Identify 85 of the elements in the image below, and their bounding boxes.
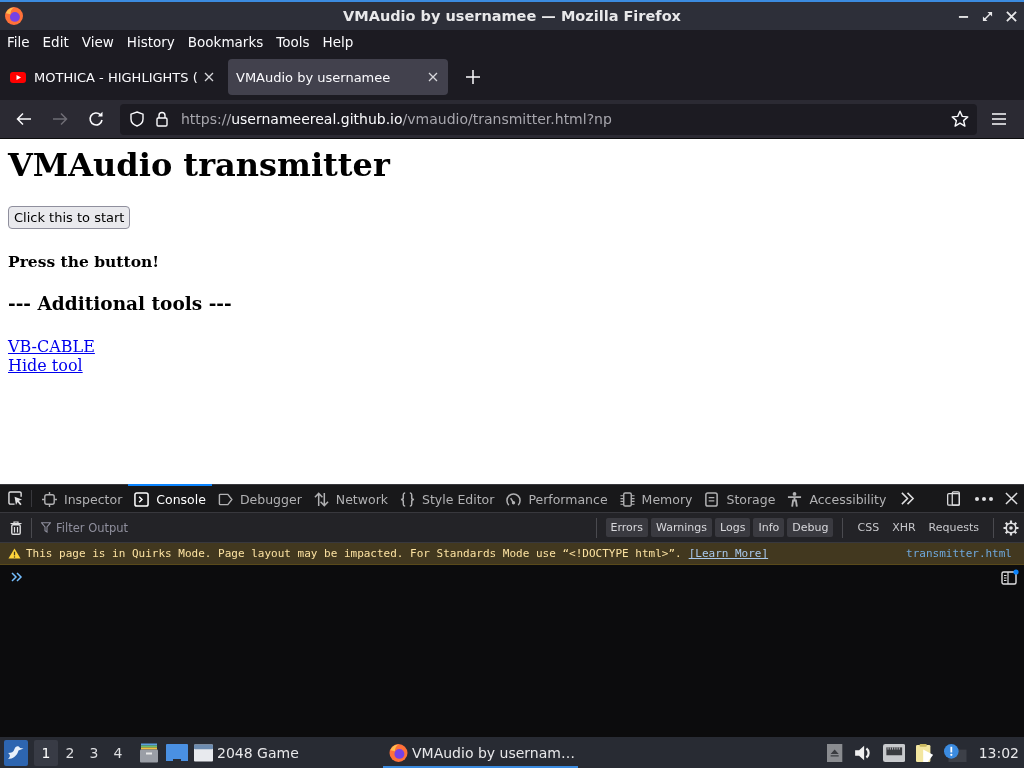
notification-icon[interactable]	[944, 743, 967, 762]
filter-toggle[interactable]: Requests	[923, 518, 984, 537]
browser-tab[interactable]: MOTHICA - HIGHLIGHTS (	[4, 59, 224, 95]
close-tab-icon[interactable]	[204, 72, 214, 82]
gear-icon[interactable]	[1003, 519, 1019, 536]
devtools-tab[interactable]: Inspector	[36, 484, 129, 512]
message-text: This page is in Quirks Mode. Page layout may be impacted. For Standards Mode use “<!DOCTYPE html>”.	[26, 547, 682, 560]
close-icon[interactable]	[1005, 492, 1018, 505]
window-icon	[194, 743, 213, 762]
menu-item[interactable]: Edit	[36, 34, 75, 50]
address-field[interactable]: https://usernameereal.github.io/vmaudio/transmitter.html?np	[120, 103, 977, 135]
cursor-box-icon[interactable]	[8, 491, 23, 506]
workspace-button[interactable]: 1	[34, 739, 58, 766]
up-down-arrows-icon	[313, 491, 329, 507]
prompt-box-icon	[134, 491, 150, 507]
close-icon[interactable]	[1006, 10, 1017, 22]
filter-toggle[interactable]: XHR	[887, 518, 921, 537]
filter-toggle[interactable]: Errors	[605, 518, 649, 537]
document-icon	[704, 491, 720, 507]
maximize-icon[interactable]	[982, 10, 993, 22]
double-chevron-icon[interactable]	[11, 572, 23, 582]
reload-icon[interactable]	[88, 111, 104, 127]
browser-tab[interactable]: VMAudio by usernamee	[228, 59, 448, 95]
devtools-tab[interactable]: Style Editor	[394, 484, 501, 512]
speaker-icon[interactable]	[853, 743, 872, 762]
braces-icon	[400, 491, 415, 507]
source-link[interactable]: transmitter.html	[906, 547, 1012, 560]
devtools-tab[interactable]: Network	[307, 484, 394, 512]
workspace-button[interactable]: 4	[106, 739, 130, 766]
menu-item[interactable]: View	[75, 34, 120, 50]
filter-toggle[interactable]: Warnings	[651, 518, 713, 537]
warning-icon	[8, 548, 21, 559]
devtools-tab[interactable]: Performance	[500, 484, 614, 512]
funnel-icon	[41, 522, 51, 533]
firefox-logo-icon	[5, 7, 23, 25]
window-title: VMAudio by usernamee — Mozilla Firefox	[343, 8, 681, 24]
gauge-icon	[506, 491, 522, 507]
start-button[interactable]: Click this to start	[8, 206, 131, 229]
taskbar-window[interactable]: VMAudio by usernam…	[383, 739, 578, 768]
star-icon[interactable]	[951, 110, 969, 128]
devtools-tab[interactable]: Memory	[613, 484, 699, 512]
file-cabinet-icon[interactable]	[140, 742, 158, 763]
firefox-logo-icon	[389, 743, 408, 762]
filter-toggle[interactable]: Logs	[715, 518, 751, 537]
status-text: Press the button!	[8, 252, 160, 271]
taskbar-window[interactable]: 2048 Game	[188, 739, 383, 768]
sidebar-icon[interactable]	[1001, 569, 1019, 585]
devtools-tab[interactable]: Accessibility	[781, 484, 893, 512]
menu-icon[interactable]	[991, 112, 1007, 126]
filter-toggle[interactable]: CSS	[852, 518, 885, 537]
filter-toggle[interactable]: Info	[753, 518, 785, 537]
tag-icon	[217, 491, 233, 507]
clipboard-icon[interactable]	[916, 743, 934, 762]
page-link[interactable]: Hide tool	[8, 356, 83, 375]
chip-icon	[619, 491, 635, 507]
workspace-button[interactable]: 2	[58, 739, 82, 766]
lock-icon[interactable]	[156, 111, 168, 127]
menu-item[interactable]: File	[1, 34, 36, 50]
plus-icon[interactable]	[466, 70, 480, 84]
bird-icon[interactable]	[4, 739, 28, 766]
learn-more-link[interactable]: [Learn More]	[688, 547, 769, 560]
menu-item[interactable]: Tools	[270, 34, 316, 50]
devtools-tab[interactable]: Debugger	[211, 484, 308, 512]
screen-icon[interactable]	[166, 743, 188, 762]
close-tab-icon[interactable]	[428, 72, 438, 82]
menu-item[interactable]: Bookmarks	[181, 34, 270, 50]
clock: 13:02	[978, 744, 1019, 761]
section-heading: --- Additional tools ---	[8, 293, 232, 315]
page-heading: VMAudio transmitter	[8, 147, 390, 184]
page-link[interactable]: VB-CABLE	[8, 337, 95, 356]
person-icon	[787, 491, 803, 507]
workspace-button[interactable]: 3	[82, 739, 106, 766]
filter-toggle[interactable]: Debug	[787, 518, 834, 537]
trash-icon[interactable]	[10, 520, 22, 535]
ellipsis-icon[interactable]	[975, 496, 993, 501]
double-chevron-icon[interactable]	[900, 491, 916, 506]
device-frame-icon[interactable]	[946, 491, 961, 506]
menu-item[interactable]: History	[120, 34, 181, 50]
box-handles-icon	[42, 491, 57, 507]
devtools-tab[interactable]: Storage	[698, 484, 782, 512]
shield-icon[interactable]	[130, 111, 144, 127]
eject-icon[interactable]	[827, 743, 843, 762]
menu-item[interactable]: Help	[316, 34, 360, 50]
back-arrow-icon[interactable]	[16, 111, 32, 127]
network-port-icon[interactable]	[882, 743, 906, 762]
